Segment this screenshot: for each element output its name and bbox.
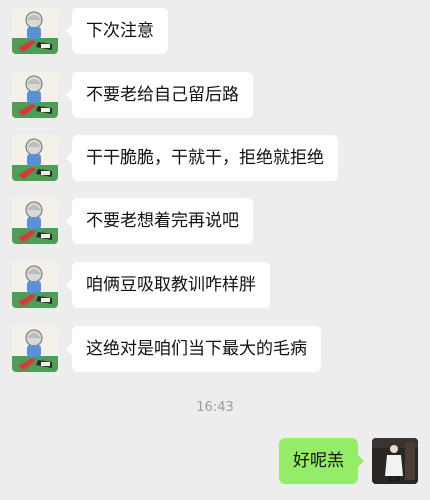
message-bubble[interactable]: 这绝对是咱们当下最大的毛病 <box>66 326 321 372</box>
message-row: 这绝对是咱们当下最大的毛病 <box>0 326 430 372</box>
message-text: 不要老想着完再说吧 <box>86 211 239 231</box>
message-row: 不要老想着完再说吧 <box>0 198 430 244</box>
friend-avatar[interactable] <box>12 135 58 181</box>
message-text: 咱俩豆吸取教训咋样胖 <box>86 275 256 295</box>
message-bubble[interactable]: 不要老想着完再说吧 <box>66 198 253 244</box>
friend-avatar[interactable] <box>12 262 58 308</box>
message-row: 下次注意 <box>0 8 430 54</box>
my-avatar[interactable] <box>372 438 418 484</box>
message-bubble[interactable]: 下次注意 <box>66 8 168 54</box>
message-text: 这绝对是咱们当下最大的毛病 <box>86 339 307 359</box>
message-text: 干干脆脆，干就干，拒绝就拒绝 <box>86 148 324 168</box>
friend-avatar[interactable] <box>12 198 58 244</box>
friend-avatar[interactable] <box>12 326 58 372</box>
outgoing-message-bubble[interactable]: 好呢羔 <box>279 438 364 484</box>
message-text: 不要老给自己留后路 <box>86 85 239 105</box>
message-row: 咱俩豆吸取教训咋样胖 <box>0 262 430 308</box>
message-row: 不要老给自己留后路 <box>0 72 430 118</box>
message-bubble[interactable]: 不要老给自己留后路 <box>66 72 253 118</box>
friend-avatar[interactable] <box>12 8 58 54</box>
outgoing-message-row: 好呢羔 <box>0 438 430 484</box>
outgoing-message-text: 好呢羔 <box>293 451 344 471</box>
message-row: 干干脆脆，干就干，拒绝就拒绝 <box>0 135 430 181</box>
friend-avatar[interactable] <box>12 72 58 118</box>
chat-timestamp: 16:43 <box>196 400 234 415</box>
message-bubble[interactable]: 咱俩豆吸取教训咋样胖 <box>66 262 270 308</box>
message-text: 下次注意 <box>86 21 154 41</box>
message-bubble[interactable]: 干干脆脆，干就干，拒绝就拒绝 <box>66 135 338 181</box>
